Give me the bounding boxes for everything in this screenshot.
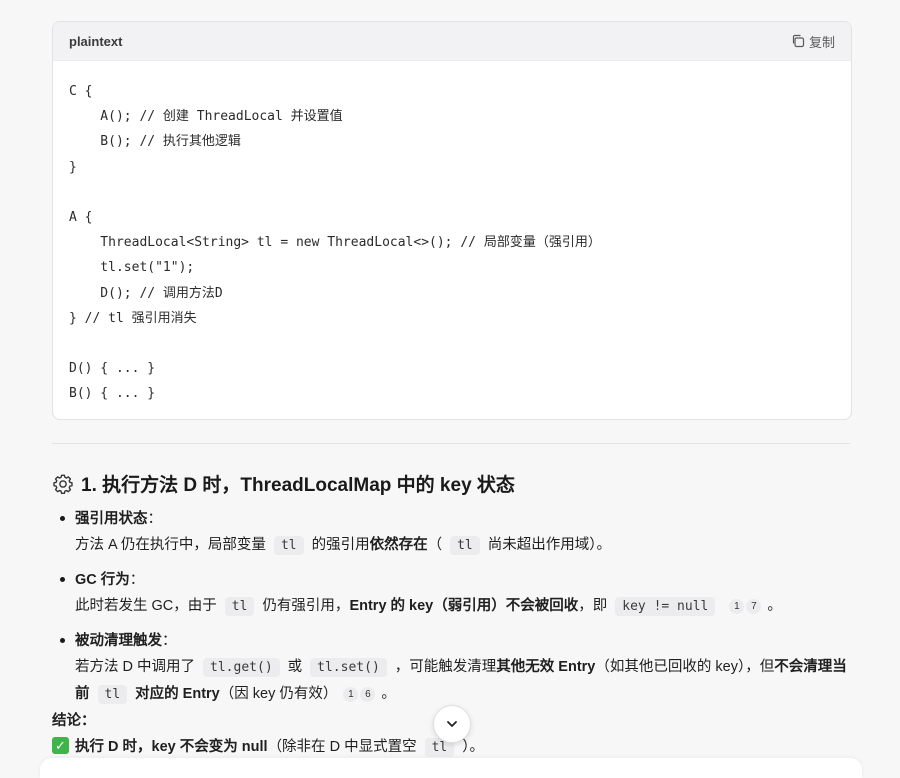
code-line: B(); // 执行其他逻辑 bbox=[69, 134, 241, 150]
citation-badges[interactable]: 17 bbox=[729, 598, 762, 614]
chevron-down-icon bbox=[447, 721, 457, 727]
citation-badges[interactable]: 16 bbox=[343, 686, 376, 702]
citation-6[interactable]: 6 bbox=[360, 686, 376, 702]
chat-input-area[interactable] bbox=[40, 758, 862, 778]
code-line: C { bbox=[69, 84, 93, 99]
code-line: A(); // 创建 ThreadLocal 并设置值 bbox=[69, 109, 343, 125]
code-line: D() { ... } bbox=[69, 361, 156, 377]
inline-code: tl bbox=[273, 536, 304, 555]
text: 。 bbox=[767, 598, 782, 614]
text: 的强引用 bbox=[311, 537, 370, 553]
code-content: C { A(); // 创建 ThreadLocal 并设置值 B(); // … bbox=[53, 61, 851, 407]
inline-code: tl bbox=[97, 685, 128, 704]
inline-code: key != null bbox=[615, 597, 716, 616]
code-line: A { bbox=[69, 210, 93, 226]
inline-code: tl.get() bbox=[203, 658, 280, 677]
copy-button-label: 复制 bbox=[808, 34, 835, 50]
text: （ bbox=[427, 537, 443, 553]
inline-code: tl.set() bbox=[310, 658, 387, 677]
check-icon: ✓ bbox=[52, 737, 69, 754]
text: 。 bbox=[381, 686, 396, 702]
text: 仍有强引用， bbox=[262, 598, 350, 614]
citation-7[interactable]: 7 bbox=[746, 598, 762, 614]
bold-text: 依然存在 bbox=[369, 537, 428, 553]
bullet-title: 强引用状态 bbox=[75, 511, 148, 527]
bullet-title: 被动清理触发 bbox=[75, 633, 162, 649]
conclusion-label: 结论 bbox=[52, 713, 81, 729]
bullet-title: GC 行为 bbox=[75, 572, 130, 588]
code-line: tl.set("1"); bbox=[69, 260, 195, 276]
scroll-down-button[interactable] bbox=[433, 705, 471, 743]
code-line: ThreadLocal<String> tl = new ThreadLocal… bbox=[69, 235, 601, 251]
citation-1[interactable]: 1 bbox=[729, 598, 745, 614]
text: 若方法 D 中调用了 bbox=[75, 659, 196, 675]
text: ）。 bbox=[462, 739, 484, 755]
code-block: plaintext 复制 C { A(); // 创建 ThreadLocal … bbox=[52, 21, 852, 420]
text: ，即 bbox=[578, 598, 608, 614]
code-line: D(); // 调用方法D bbox=[69, 285, 223, 301]
list-item: GC 行为： 此时若发生 GC，由于 tl 仍有强引用，Entry 的 key（弱引… bbox=[52, 567, 852, 620]
text: ，可能触发清理 bbox=[394, 659, 497, 675]
bold-text: Entry 的 key（弱引用）不会被回收 bbox=[349, 598, 579, 614]
bullet-list: 强引用状态： 方法 A 仍在执行中，局部变量 tl 的强引用依然存在（ tl 尚未超出作… bbox=[52, 506, 852, 716]
text: 此时若发生 GC，由于 bbox=[75, 598, 217, 614]
section-title: 1. 执行方法 D 时，ThreadLocalMap 中的 key 状态 bbox=[81, 475, 515, 496]
code-line: } bbox=[69, 159, 77, 175]
section-heading: 1. 执行方法 D 时，ThreadLocalMap 中的 key 状态 bbox=[52, 470, 515, 497]
text: 尚未超出作用域）。 bbox=[487, 537, 611, 553]
gear-icon bbox=[53, 474, 73, 494]
list-item: 被动清理触发： 若方法 D 中调用了 tl.get() 或 tl.set() ，可能触发… bbox=[52, 628, 852, 708]
inline-code: tl bbox=[450, 536, 480, 555]
bold-text: 执行 D 时，key bbox=[75, 739, 180, 755]
list-item: 强引用状态： 方法 A 仍在执行中，局部变量 tl 的强引用依然存在（ tl 尚未超出作… bbox=[52, 506, 852, 559]
text: （如其他已回收的 key），但 bbox=[595, 659, 775, 675]
copy-icon bbox=[792, 34, 805, 48]
text: （除非在 D 中显式置空 bbox=[267, 739, 417, 755]
code-line: B() { ... } bbox=[69, 386, 156, 402]
divider bbox=[52, 443, 850, 444]
text: 方法 A 仍在执行中，局部变量 bbox=[75, 537, 266, 553]
code-language-label: plaintext bbox=[69, 33, 123, 49]
bold-text: 其他无效 Entry bbox=[496, 659, 596, 675]
text: 或 bbox=[287, 659, 303, 675]
copy-button[interactable]: 复制 bbox=[791, 32, 835, 51]
bold-text: 对应的 Entry bbox=[135, 686, 220, 702]
conclusion-heading: 结论： bbox=[52, 713, 96, 729]
inline-code: tl bbox=[224, 597, 255, 616]
conclusion-text: ✓ 执行 D 时，key 不会变为 null（除非在 D 中显式置空 tl）。 bbox=[52, 735, 484, 757]
bold-text: 不会变为 null bbox=[179, 739, 268, 755]
citation-1[interactable]: 1 bbox=[343, 686, 359, 702]
text: （因 key 仍有效） bbox=[219, 686, 338, 702]
code-line: } // tl 强引用消失 bbox=[69, 310, 197, 326]
code-block-header: plaintext 复制 bbox=[53, 22, 851, 61]
